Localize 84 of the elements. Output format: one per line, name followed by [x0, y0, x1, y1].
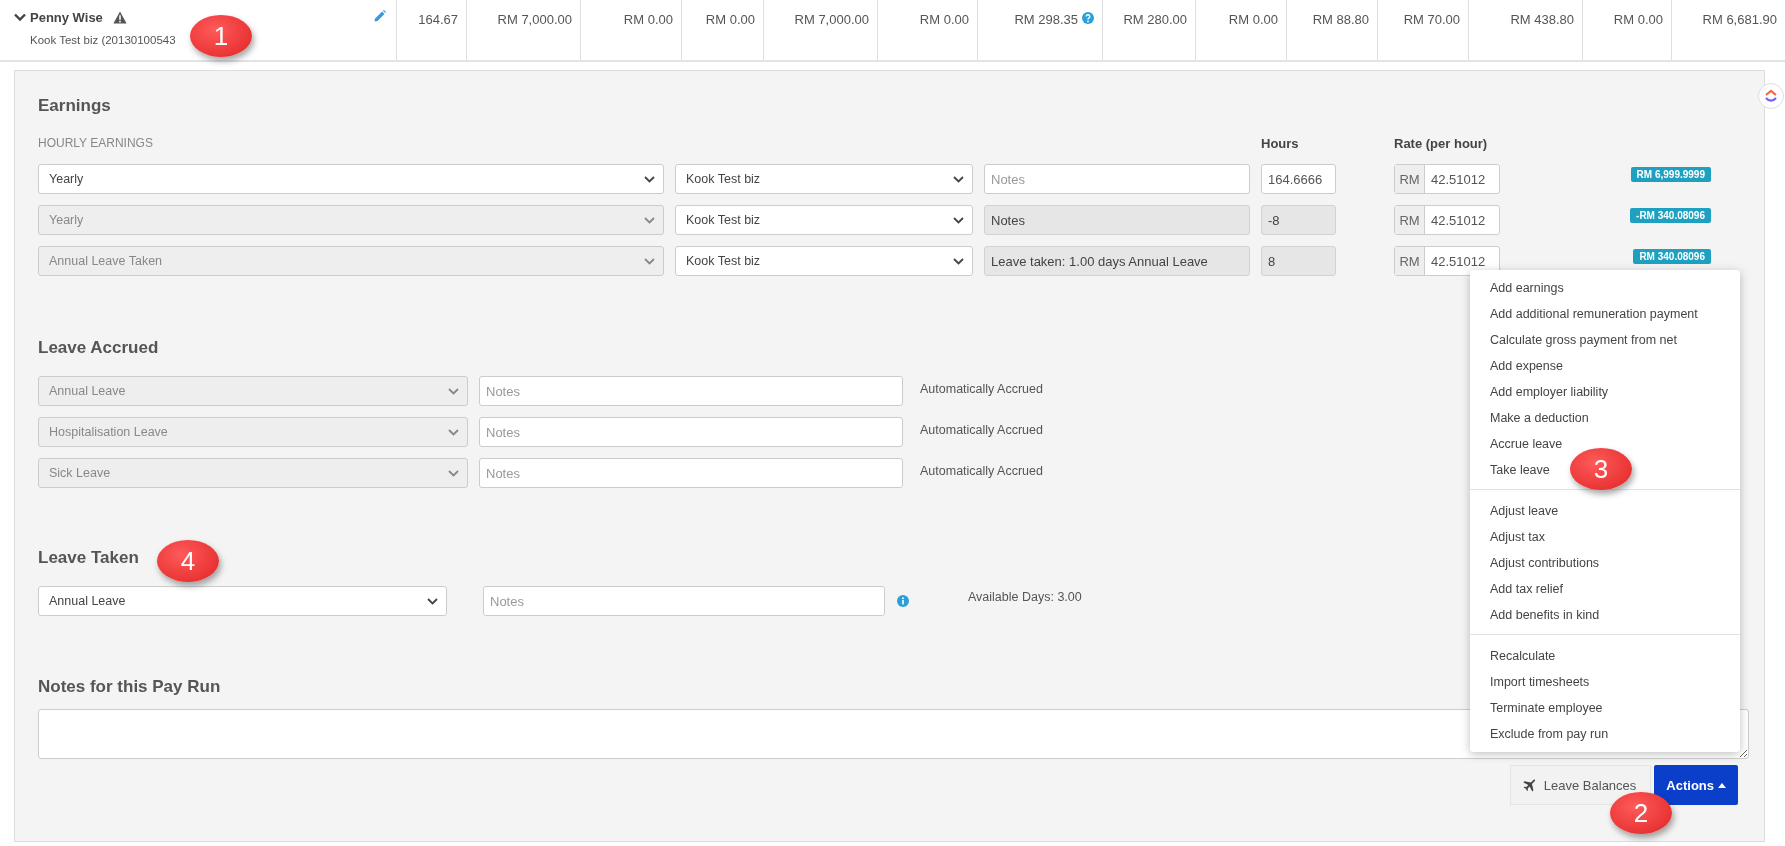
- amount-badge: RM 340.08096: [1633, 249, 1711, 264]
- airplane-icon: [1522, 778, 1536, 792]
- section-heading: Earnings: [38, 95, 111, 117]
- chevron-down-icon: [448, 387, 459, 395]
- currency-label: RM: [1395, 206, 1425, 234]
- notes-field[interactable]: Notes: [483, 586, 885, 616]
- amount-badge: RM 6,999.9999: [1630, 167, 1711, 182]
- summary-value: RM 298.35: [1014, 12, 1078, 27]
- chevron-down-icon: [448, 469, 459, 477]
- menu-item[interactable]: Add additional remuneration payment: [1470, 301, 1708, 327]
- summary-value: RM 438.80: [1510, 12, 1574, 27]
- dropdown[interactable]: Kook Test biz: [675, 164, 973, 194]
- rate-field[interactable]: RM 42.51012: [1394, 164, 1500, 194]
- rate-field[interactable]: RM 42.51012: [1394, 246, 1500, 276]
- menu-item[interactable]: Recalculate: [1470, 643, 1566, 669]
- summary-value: RM 7,000.00: [497, 12, 572, 27]
- summary-value: RM 0.00: [623, 12, 673, 27]
- menu-item[interactable]: Adjust tax: [1470, 524, 1555, 550]
- notes-field[interactable]: Notes: [479, 458, 903, 488]
- chevron-down-icon: [953, 257, 964, 265]
- menu-item[interactable]: Add expense: [1470, 353, 1573, 379]
- pencil-icon[interactable]: [374, 10, 386, 22]
- app-logo-icon[interactable]: [1758, 83, 1784, 109]
- menu-item[interactable]: Add employer liability: [1470, 379, 1619, 405]
- notes-field[interactable]: Notes: [479, 417, 903, 447]
- summary-value: RM 0.00: [1228, 12, 1278, 27]
- column-label: HOURLY EARNINGS: [38, 136, 154, 150]
- chevron-down-icon: [644, 216, 655, 224]
- menu-item[interactable]: Accrue leave: [1470, 431, 1573, 457]
- chevron-down-icon: [644, 175, 655, 183]
- amount-badge: -RM 340.08096: [1630, 208, 1711, 223]
- leave-balances-button[interactable]: Leave Balances: [1509, 765, 1652, 805]
- column-header: Rate (per hour): [1394, 135, 1488, 151]
- chevron-down-icon[interactable]: [14, 13, 26, 22]
- summary-value: RM 70.00: [1403, 12, 1460, 27]
- dropdown[interactable]: Kook Test biz: [675, 246, 973, 276]
- menu-item[interactable]: Add benefits in kind: [1470, 602, 1610, 628]
- currency-label: RM: [1395, 247, 1425, 275]
- menu-item[interactable]: Add earnings: [1470, 275, 1574, 301]
- available-days: Available Days: 3.00: [968, 590, 1082, 604]
- currency-label: RM: [1395, 165, 1425, 193]
- notes-field[interactable]: Notes: [479, 376, 903, 406]
- menu-item[interactable]: Take leave: [1470, 457, 1560, 483]
- rate-field[interactable]: RM 42.51012: [1394, 205, 1500, 235]
- summary-value: 164.67: [418, 12, 458, 27]
- section-heading: Notes for this Pay Run: [38, 676, 221, 698]
- chevron-down-icon: [644, 257, 655, 265]
- menu-item[interactable]: Exclude from pay run: [1470, 721, 1619, 747]
- menu-item[interactable]: Calculate gross payment from net: [1470, 327, 1687, 353]
- dropdown[interactable]: Yearly: [38, 164, 664, 194]
- notes-field[interactable]: Notes: [984, 164, 1250, 194]
- summary-value: RM 280.00: [1123, 12, 1187, 27]
- accrual-status: Automatically Accrued: [920, 382, 1043, 396]
- info-icon[interactable]: [897, 595, 909, 607]
- hours-field[interactable]: 164.6666: [1261, 164, 1336, 194]
- chevron-down-icon: [953, 216, 964, 224]
- business-name: Kook Test biz (20130100543: [30, 34, 176, 46]
- chevron-down-icon: [448, 428, 459, 436]
- column-header: Hours: [1261, 135, 1300, 151]
- summary-value: RM 0.00: [705, 12, 755, 27]
- accrual-status: Automatically Accrued: [920, 423, 1043, 437]
- summary-value: RM 6,681.90: [1702, 12, 1777, 27]
- section-heading: Leave Taken: [38, 547, 139, 569]
- help-icon[interactable]: [1082, 12, 1094, 24]
- menu-item[interactable]: Make a deduction: [1470, 405, 1599, 431]
- actions-button[interactable]: Actions: [1654, 765, 1738, 805]
- caret-up-icon: [1718, 782, 1726, 788]
- dropdown[interactable]: Kook Test biz: [675, 205, 973, 235]
- chevron-down-icon: [427, 597, 438, 605]
- menu-item[interactable]: Adjust contributions: [1470, 550, 1610, 576]
- dropdown[interactable]: Annual Leave: [38, 586, 447, 616]
- menu-item[interactable]: Adjust leave: [1470, 498, 1569, 524]
- summary-value: RM 0.00: [1613, 12, 1663, 27]
- section-heading: Leave Accrued: [38, 337, 159, 359]
- employee-name[interactable]: Penny Wise: [30, 10, 103, 25]
- menu-item[interactable]: Import timesheets: [1470, 669, 1600, 695]
- callout-badge: 1: [190, 15, 252, 57]
- summary-value: RM 88.80: [1312, 12, 1369, 27]
- accrual-status: Automatically Accrued: [920, 464, 1043, 478]
- summary-value: RM 0.00: [919, 12, 969, 27]
- menu-item[interactable]: Add tax relief: [1470, 576, 1573, 602]
- menu-item[interactable]: Terminate employee: [1470, 695, 1613, 721]
- chevron-down-icon: [953, 175, 964, 183]
- summary-value: RM 7,000.00: [794, 12, 869, 27]
